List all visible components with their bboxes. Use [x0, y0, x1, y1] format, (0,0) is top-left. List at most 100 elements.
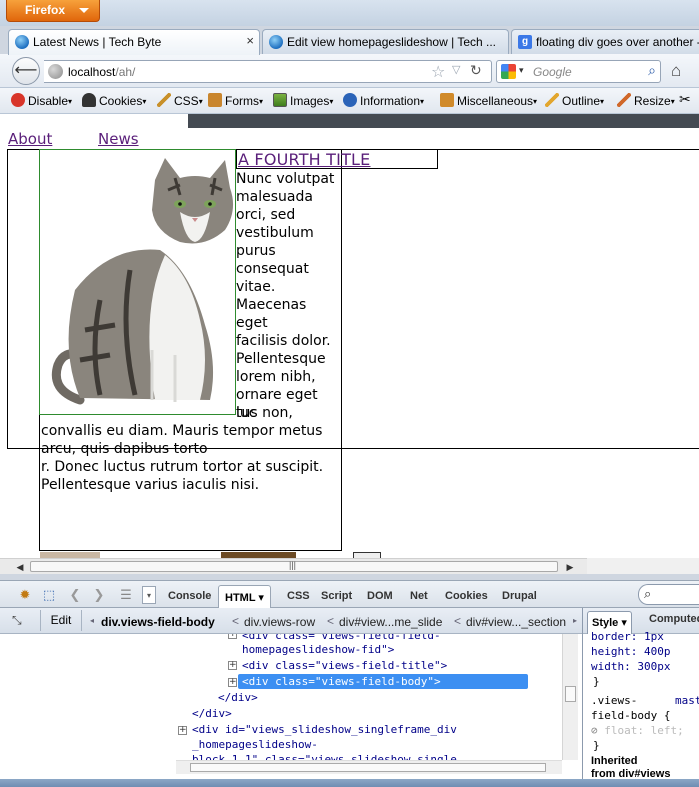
devbar-cookies[interactable]: Cookies▾	[82, 93, 146, 108]
expand-plus-icon[interactable]: +	[228, 634, 237, 639]
page-viewport: About News A FOURTH TITLE Nunc volutpat …	[0, 114, 699, 560]
scroll-right-icon[interactable]: ▶	[562, 559, 578, 575]
menu-link-about[interactable]: About	[8, 130, 52, 148]
tree-node-views-field-title[interactable]: <div class="views-field-title">	[242, 659, 447, 672]
body-line: r. Donec luctus rutrum tortor at suscipi…	[41, 459, 324, 475]
search-bar[interactable]: ▾ Google ⌕	[496, 60, 661, 83]
firebug-tab-css[interactable]: CSS	[287, 590, 310, 602]
navigation-toolbar: ⟵ localhost/ah/ ☆ ▽ ↻ ▾ Google ⌕ ⌂	[0, 54, 699, 88]
tab-edit-view[interactable]: Edit view homepageslideshow | Tech ...	[262, 29, 509, 54]
devbar-label: CSS	[174, 94, 199, 108]
devbar-information[interactable]: Information▾	[343, 93, 424, 108]
body-line: tus non,	[236, 405, 293, 421]
expand-plus-icon[interactable]: +	[178, 726, 187, 735]
inspect-icon[interactable]: ⬚	[40, 586, 58, 604]
reload-icon[interactable]: ↻	[470, 62, 482, 79]
css-property: border: 1px	[591, 630, 664, 643]
home-icon[interactable]: ⌂	[671, 61, 681, 81]
scrollbar-thumb[interactable]: |||	[30, 560, 558, 572]
google-icon[interactable]	[501, 64, 516, 79]
css-source-label[interactable]: mast	[675, 694, 699, 707]
css-rule-line[interactable]: height: 400p	[591, 645, 670, 658]
tab-label: floating div goes over another -	[536, 35, 699, 49]
firebug-tab-html[interactable]: HTML ▾	[218, 585, 271, 609]
css-rule-close: }	[593, 739, 600, 752]
body-line: convallis eu diam. Mauris tempor metus	[41, 423, 323, 439]
firefox-window: Firefox Latest News | Tech Byte × Edit v…	[0, 0, 699, 787]
forward-icon[interactable]: ❯	[90, 586, 108, 604]
devbar-disable[interactable]: Disable▾	[11, 93, 72, 108]
chevron-right-icon[interactable]: ▸	[573, 616, 577, 625]
expand-plus-icon[interactable]: +	[228, 661, 237, 670]
chevron-down-icon[interactable]: ▾	[519, 65, 524, 76]
css-property: float: left;	[604, 724, 684, 737]
page-horizontal-scrollbar[interactable]: ◀ ||| ▶	[0, 558, 587, 574]
crumb-view-me-slide[interactable]: div#view...me_slide	[339, 615, 442, 629]
firebug-tab-drupal[interactable]: Drupal	[502, 590, 537, 602]
devbar-label: Miscellaneous	[457, 94, 534, 108]
search-icon[interactable]: ⌕	[648, 62, 656, 79]
body-line: vestibulum	[236, 225, 314, 241]
tab-label: Style	[592, 617, 619, 629]
scrollbar-thumb[interactable]	[565, 686, 576, 702]
tab-strip: Latest News | Tech Byte × Edit view home…	[0, 26, 699, 55]
css-rule-line[interactable]: width: 300px	[591, 660, 670, 673]
back-button[interactable]: ⟵	[12, 57, 40, 85]
side-tab-computed[interactable]: Computed	[649, 613, 699, 625]
css-rule-line[interactable]: border: 1px	[591, 630, 664, 643]
firebug-tab-net[interactable]: Net	[410, 590, 428, 602]
body-line: facilisis dolor.	[236, 333, 331, 349]
disable-icon	[11, 93, 25, 107]
firebug-tab-dom[interactable]: DOM	[367, 590, 393, 602]
chevron-down-icon[interactable]: ▾	[142, 586, 156, 604]
devbar-css[interactable]: CSS▾	[157, 93, 203, 108]
crumb-views-field-body[interactable]: div.views-field-body	[101, 615, 215, 629]
chevron-left-icon[interactable]: ◂	[90, 616, 94, 625]
list-icon[interactable]: ☰	[117, 586, 135, 604]
body-line: purus	[236, 243, 276, 259]
tree-node-close: </div>	[192, 707, 232, 720]
html-tree-horizontal-scrollbar[interactable]	[176, 760, 562, 774]
crumb-views-row[interactable]: div.views-row	[244, 615, 315, 629]
devbar-forms[interactable]: Forms▾	[208, 93, 263, 108]
scroll-left-icon[interactable]: ◀	[12, 559, 28, 575]
tree-node-views-field-body-selected[interactable]: <div class="views-field-body">	[238, 674, 528, 689]
url-text: localhost/ah/	[68, 65, 135, 79]
firefox-menu-button[interactable]: Firefox	[6, 0, 100, 22]
css-property: width: 300px	[591, 660, 671, 673]
edit-button[interactable]: Edit	[40, 610, 82, 631]
tab-latest-news[interactable]: Latest News | Tech Byte ×	[8, 29, 260, 55]
expand-plus-icon[interactable]: +	[228, 678, 237, 687]
devbar-label: Outline	[562, 94, 601, 108]
expand-panel-icon[interactable]: ⤡	[12, 613, 22, 628]
close-icon[interactable]: ×	[246, 30, 254, 52]
tools-icon[interactable]: ✂	[679, 91, 691, 108]
devbar-label: Cookies	[99, 94, 143, 108]
firebug-tab-console[interactable]: Console	[168, 590, 211, 602]
tree-node[interactable]: <div class="views-field-field-	[242, 634, 441, 642]
image-icon	[273, 93, 287, 107]
back-icon[interactable]: ❮	[66, 586, 84, 604]
url-bar[interactable]: localhost/ah/ ☆ ▽ ↻	[44, 60, 492, 83]
chevron-down-icon[interactable]: ▽	[452, 63, 460, 76]
tab-floating-div[interactable]: g floating div goes over another -	[511, 29, 699, 54]
firebug-bug-icon[interactable]: ✹	[16, 586, 34, 604]
slide-title-link[interactable]: A FOURTH TITLE	[238, 150, 370, 169]
devbar-images[interactable]: Images▾	[273, 93, 333, 108]
menu-link-news[interactable]: News	[98, 130, 139, 148]
firebug-search-input[interactable]: ⌕	[638, 584, 699, 605]
devbar-miscellaneous[interactable]: Miscellaneous▾	[440, 93, 537, 108]
crumb-view-section[interactable]: div#view..._section	[466, 615, 566, 629]
disabled-icon[interactable]: ⊘	[591, 724, 598, 737]
firebug-tab-cookies[interactable]: Cookies	[445, 590, 488, 602]
tab-label: Edit view homepageslideshow | Tech ...	[287, 35, 497, 49]
devbar-outline[interactable]: Outline▾	[545, 93, 604, 108]
devbar-label: Images	[290, 94, 330, 108]
tree-node-slideshow-div[interactable]: <div id="views_slideshow_singleframe_div	[192, 723, 457, 736]
html-tree-vertical-scrollbar[interactable]	[562, 634, 578, 760]
css-rule-line-disabled[interactable]: ⊘ float: left;	[591, 724, 684, 737]
devbar-resize[interactable]: Resize▾	[617, 93, 675, 108]
scrollbar-thumb[interactable]	[190, 763, 546, 772]
bookmark-star-icon[interactable]: ☆	[431, 62, 445, 82]
firebug-tab-script[interactable]: Script	[321, 590, 352, 602]
